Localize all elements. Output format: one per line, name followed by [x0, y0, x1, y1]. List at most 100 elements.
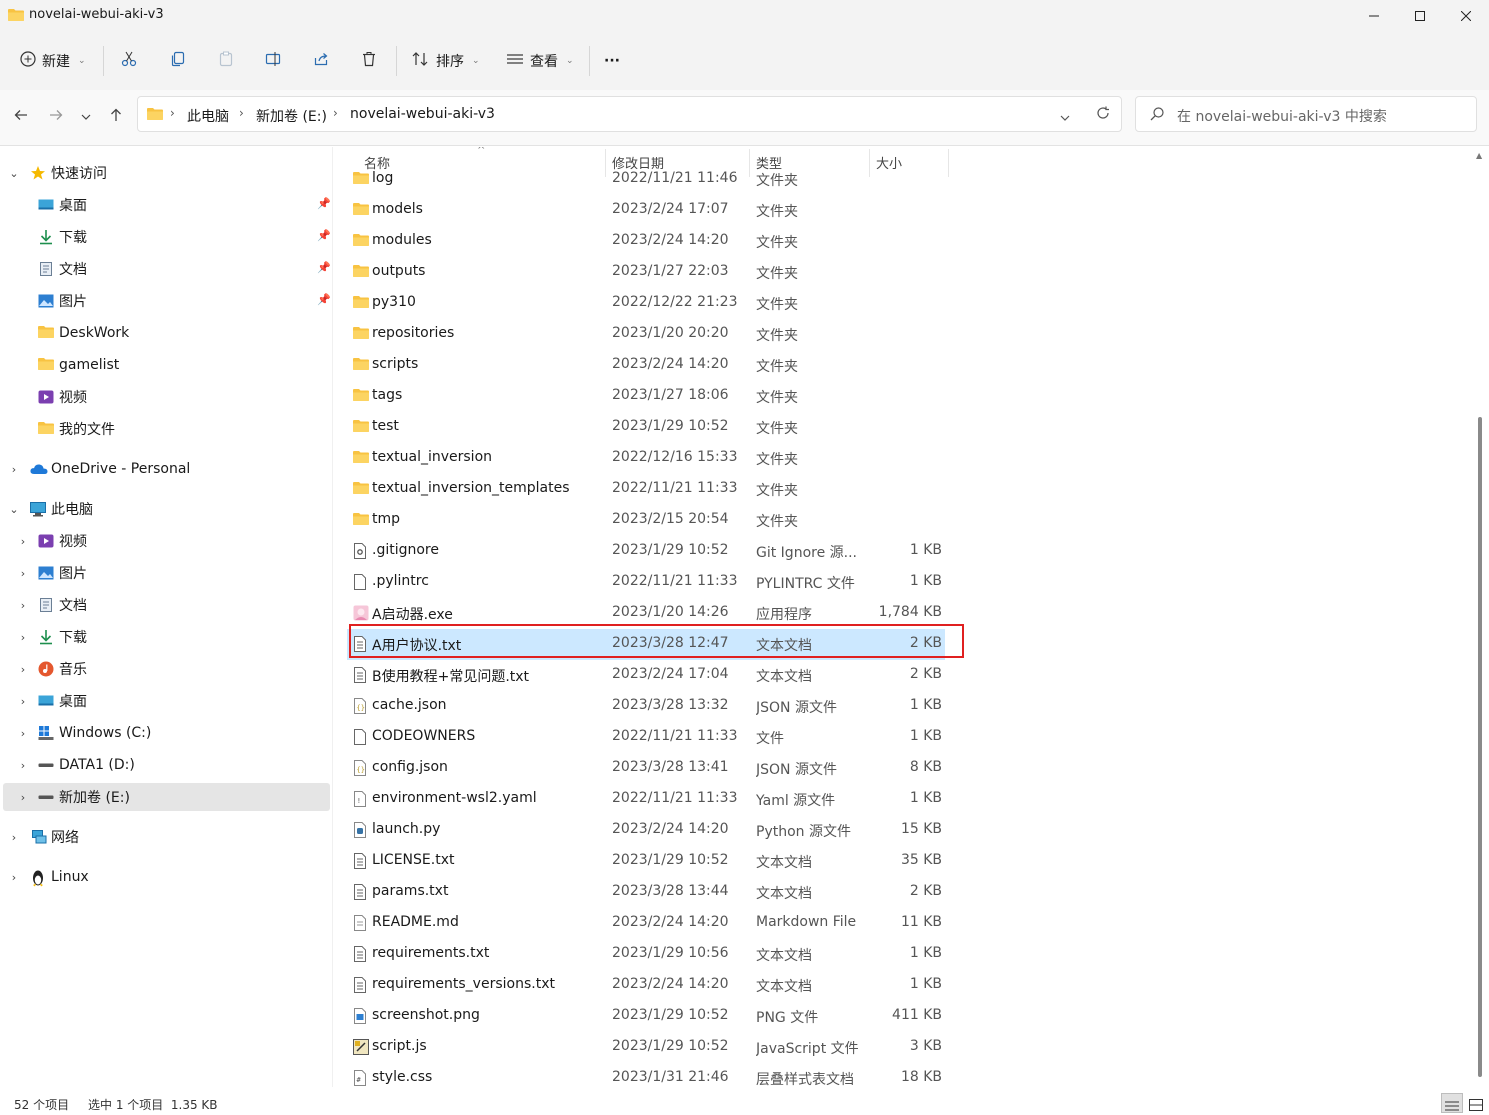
chevron-down-icon[interactable]: ⌄ — [8, 167, 20, 180]
file-row[interactable]: requirements_versions.txt 2023/2/24 14:20… — [347, 970, 945, 1001]
chevron-down-icon[interactable]: ⌄ — [8, 503, 20, 516]
sidebar-item-network[interactable]: › 网络 — [3, 823, 330, 851]
scroll-up-icon[interactable]: ▲ — [1476, 151, 1482, 160]
forward-button[interactable] — [43, 104, 69, 130]
paste-button[interactable] — [218, 45, 234, 77]
file-row[interactable]: {} config.json 2023/3/28 13:41 JSON 源文件 8 KB — [347, 753, 945, 784]
address-dropdown-icon[interactable] — [1060, 110, 1070, 126]
sidebar-item-pc-documents[interactable]: › 文档 — [3, 591, 330, 619]
delete-button[interactable] — [361, 45, 377, 77]
file-row[interactable]: README.md 2023/2/24 14:20 Markdown File 11 … — [347, 908, 945, 939]
chevron-right-icon[interactable]: › — [8, 871, 20, 884]
file-row[interactable]: py310 2022/12/22 21:23 文件夹 — [347, 288, 945, 319]
sidebar-item-documents[interactable]: 文档 📌 — [3, 255, 331, 283]
breadcrumb-current-folder[interactable]: novelai-webui-aki-v3 — [350, 106, 495, 122]
file-row[interactable]: requirements.txt 2023/1/29 10:56 文本文档 1 KB — [347, 939, 945, 970]
pin-icon[interactable]: 📌 — [317, 261, 331, 274]
sidebar-item-linux[interactable]: › Linux — [3, 863, 330, 891]
file-row[interactable]: CODEOWNERS 2022/11/21 11:33 文件 1 KB — [347, 722, 945, 753]
file-row[interactable]: modules 2023/2/24 14:20 文件夹 — [347, 226, 945, 257]
file-row[interactable]: models 2023/2/24 17:07 文件夹 — [347, 195, 945, 226]
copy-button[interactable] — [170, 45, 186, 77]
sidebar-item-pc-music[interactable]: › 音乐 — [3, 655, 330, 683]
sidebar-item-desktop[interactable]: 桌面 📌 — [3, 191, 331, 219]
share-button[interactable] — [313, 45, 329, 77]
chevron-right-icon[interactable]: › — [17, 791, 29, 804]
sidebar-item-quick-access[interactable]: ⌄ 快速访问 — [3, 159, 330, 187]
file-row[interactable]: ! environment-wsl2.yaml 2022/11/21 11:33 Ya… — [347, 784, 945, 815]
sidebar-item-drive-c[interactable]: › Windows (C:) — [3, 719, 330, 747]
breadcrumb-drive-e[interactable]: 新加卷 (E:) — [256, 106, 327, 126]
new-button[interactable]: 新建 ⌄ — [20, 45, 86, 77]
chevron-right-icon[interactable]: › — [17, 567, 29, 580]
sidebar-item-downloads[interactable]: 下载 📌 — [3, 223, 331, 251]
pin-icon[interactable]: 📌 — [317, 293, 331, 306]
sidebar-item-gamelist[interactable]: gamelist — [3, 351, 330, 379]
details-view-button[interactable] — [1441, 1093, 1463, 1113]
file-row[interactable]: scripts 2023/2/24 14:20 文件夹 — [347, 350, 945, 381]
chevron-right-icon[interactable]: › — [8, 831, 20, 844]
sidebar-item-pictures[interactable]: 图片 📌 — [3, 287, 331, 315]
recent-locations-button[interactable] — [73, 104, 99, 130]
pin-icon[interactable]: 📌 — [317, 197, 331, 210]
file-row[interactable]: # style.css 2023/1/31 21:46 层叠样式表文档 18 KB — [347, 1063, 945, 1087]
address-bar[interactable]: › 此电脑 › 新加卷 (E:) › novelai-webui-aki-v3 — [137, 96, 1122, 132]
sidebar-item-onedrive[interactable]: › OneDrive - Personal — [3, 455, 330, 483]
file-row[interactable]: log 2022/11/21 11:46 文件夹 — [347, 164, 945, 195]
breadcrumb-this-pc[interactable]: 此电脑 — [187, 106, 229, 126]
view-button[interactable]: 查看 ⌄ — [506, 45, 574, 77]
sort-icon — [412, 51, 430, 71]
file-row[interactable]: params.txt 2023/3/28 13:44 文本文档 2 KB — [347, 877, 945, 908]
tiles-view-button[interactable] — [1465, 1093, 1487, 1113]
file-row[interactable]: launch.py 2023/2/24 14:20 Python 源文件 15 KB — [347, 815, 945, 846]
sidebar-item-drive-e[interactable]: › 新加卷 (E:) — [3, 783, 330, 811]
file-row[interactable]: .pylintrc 2022/11/21 11:33 PYLINTRC 文件 1 KB — [347, 567, 945, 598]
maximize-button[interactable] — [1397, 0, 1443, 32]
file-row[interactable]: textual_inversion 2022/12/16 15:33 文件夹 — [347, 443, 945, 474]
file-row[interactable]: test 2023/1/29 10:52 文件夹 — [347, 412, 945, 443]
chevron-right-icon[interactable]: › — [17, 759, 29, 772]
file-row[interactable]: tags 2023/1/27 18:06 文件夹 — [347, 381, 945, 412]
refresh-icon[interactable] — [1096, 106, 1110, 124]
chevron-right-icon[interactable]: › — [17, 727, 29, 740]
sidebar-item-pc-downloads[interactable]: › 下载 — [3, 623, 330, 651]
column-divider[interactable] — [948, 149, 949, 177]
back-button[interactable] — [8, 104, 34, 130]
sidebar-item-pc-desktop[interactable]: › 桌面 — [3, 687, 330, 715]
minimize-button[interactable] — [1351, 0, 1397, 32]
pin-icon[interactable]: 📌 — [317, 229, 331, 242]
file-row[interactable]: script.js 2023/1/29 10:52 JavaScript 文件 3 K… — [347, 1032, 945, 1063]
chevron-right-icon[interactable]: › — [17, 599, 29, 612]
sidebar-item-videos[interactable]: 视频 — [3, 383, 330, 411]
file-date: 2023/1/29 10:52 — [612, 418, 729, 434]
rename-button[interactable] — [265, 45, 281, 77]
chevron-right-icon[interactable]: › — [17, 695, 29, 708]
scroll-thumb[interactable] — [1478, 417, 1482, 1077]
close-button[interactable] — [1443, 0, 1489, 32]
file-row[interactable]: outputs 2023/1/27 22:03 文件夹 — [347, 257, 945, 288]
chevron-right-icon[interactable]: › — [17, 535, 29, 548]
sidebar-item-pc-pictures[interactable]: › 图片 — [3, 559, 330, 587]
file-row[interactable]: LICENSE.txt 2023/1/29 10:52 文本文档 35 KB — [347, 846, 945, 877]
chevron-right-icon[interactable]: › — [17, 631, 29, 644]
vertical-scrollbar[interactable]: ▲ — [1473, 147, 1489, 1087]
more-options-button[interactable]: ··· — [604, 45, 620, 77]
search-input[interactable]: 在 novelai-webui-aki-v3 中搜索 — [1135, 96, 1477, 132]
file-row[interactable]: {} cache.json 2023/3/28 13:32 JSON 源文件 1 KB — [347, 691, 945, 722]
file-row[interactable]: .gitignore 2023/1/29 10:52 Git Ignore 源...… — [347, 536, 945, 567]
sort-button[interactable]: 排序 ⌄ — [412, 45, 480, 77]
sidebar-item-this-pc[interactable]: ⌄ 此电脑 — [3, 495, 330, 523]
chevron-right-icon[interactable]: › — [17, 663, 29, 676]
file-row[interactable]: textual_inversion_templates 2022/11/21 11… — [347, 474, 945, 505]
file-row[interactable]: B使用教程+常见问题.txt 2023/2/24 17:04 文本文档 2 KB — [347, 660, 945, 691]
cut-button[interactable] — [121, 45, 137, 77]
sidebar-item-pc-videos[interactable]: › 视频 — [3, 527, 330, 555]
sidebar-item-deskwork[interactable]: DeskWork — [3, 319, 330, 347]
sidebar-item-drive-d[interactable]: › DATA1 (D:) — [3, 751, 330, 779]
sidebar-item-my-files[interactable]: 我的文件 — [3, 415, 330, 443]
up-button[interactable] — [103, 104, 129, 130]
file-row[interactable]: tmp 2023/2/15 20:54 文件夹 — [347, 505, 945, 536]
file-row[interactable]: repositories 2023/1/20 20:20 文件夹 — [347, 319, 945, 350]
file-row[interactable]: screenshot.png 2023/1/29 10:52 PNG 文件 411 K… — [347, 1001, 945, 1032]
chevron-right-icon[interactable]: › — [8, 463, 20, 476]
